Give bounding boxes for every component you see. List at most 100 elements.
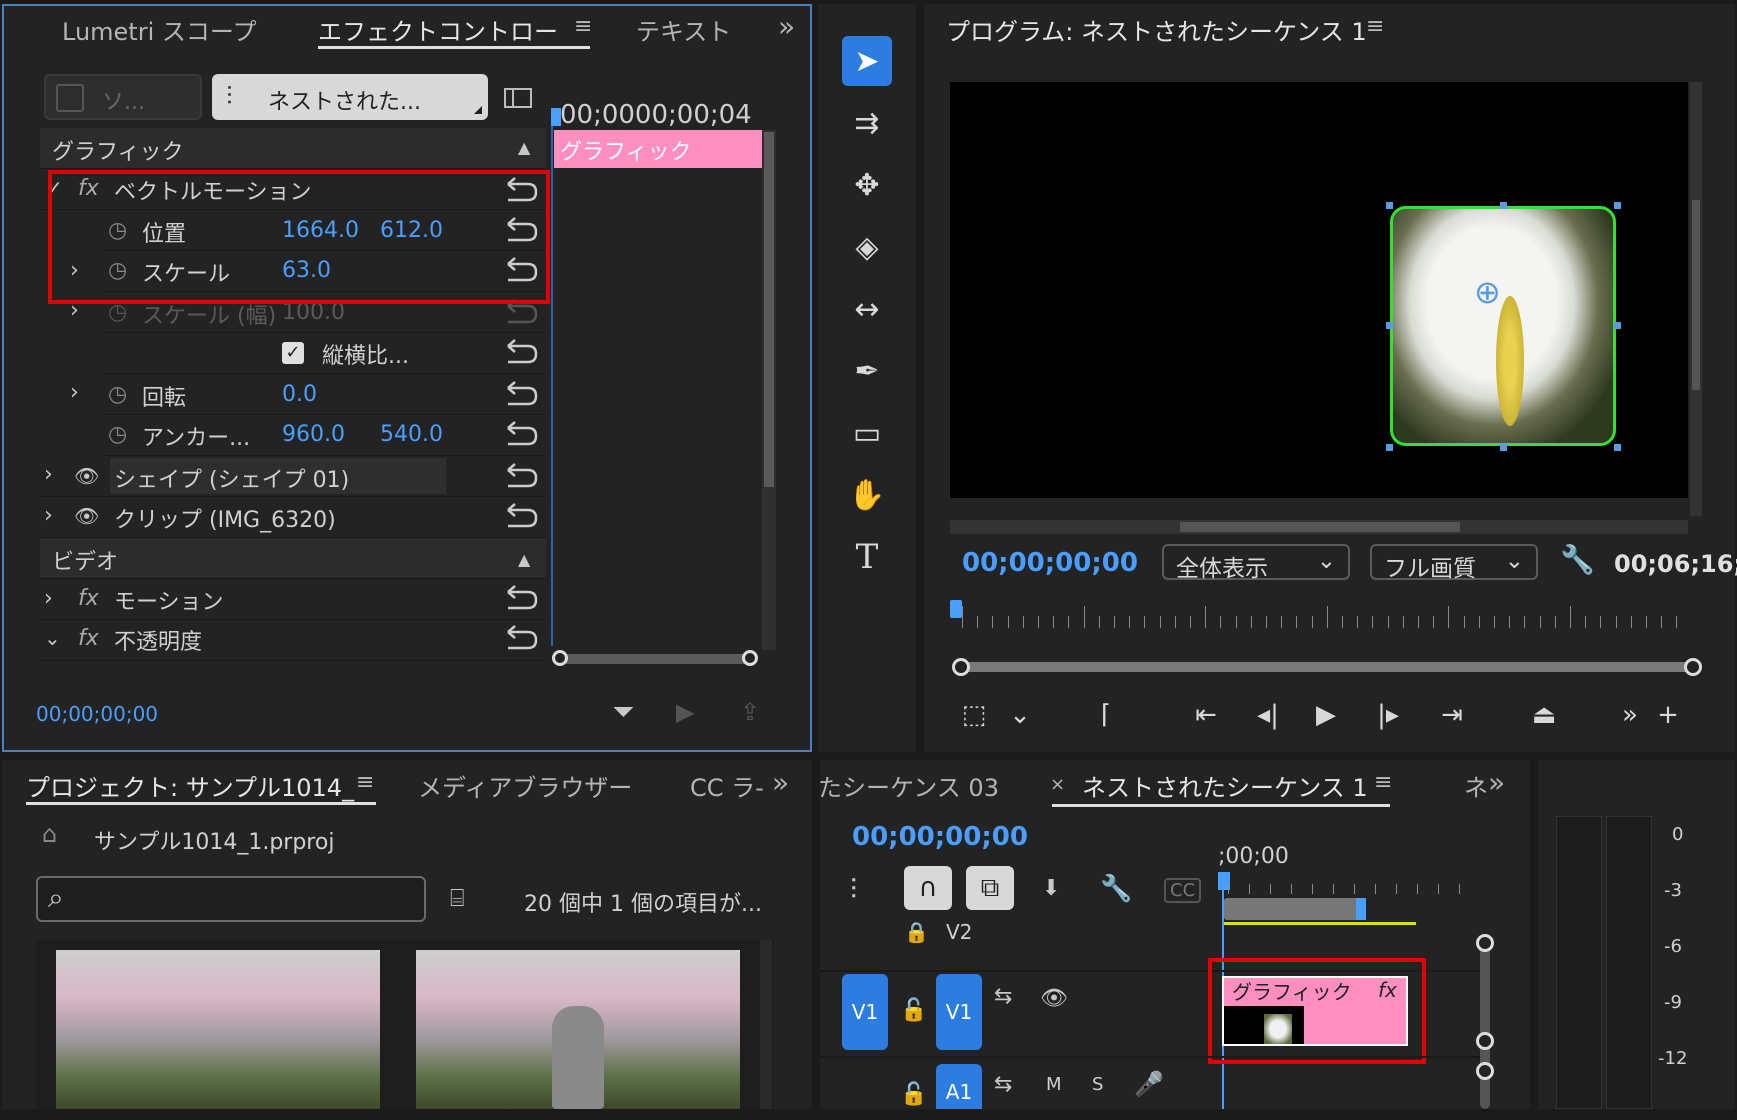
tab-sequence-03[interactable]: たシーケンス 03	[818, 768, 999, 803]
tab-text[interactable]: テキスト	[636, 12, 731, 47]
go-to-out-icon[interactable]: ⇥	[1432, 700, 1472, 730]
more-controls-icon[interactable]: »	[1610, 700, 1650, 730]
timeline-settings-icon[interactable]: 🔧	[1100, 876, 1132, 902]
transform-handle[interactable]	[1500, 444, 1507, 451]
zoom-handle-left[interactable]	[552, 650, 568, 666]
linked-selection-button[interactable]: ⧉	[966, 866, 1014, 910]
source-v1-patch[interactable]: V1	[842, 974, 888, 1050]
zoom-handle-top[interactable]	[1476, 934, 1494, 952]
snap-button[interactable]: ∩	[904, 866, 952, 910]
effect-timeline-scroll-thumb[interactable]	[764, 132, 774, 487]
tab-effect-controls[interactable]: エフェクトコントロー	[318, 12, 558, 47]
solo-button[interactable]: S	[1092, 1074, 1103, 1095]
collapse-section-icon[interactable]: ▲	[518, 140, 530, 156]
collapse-section-icon[interactable]: ▲	[518, 552, 530, 568]
panel-menu-icon[interactable]: ≡	[1374, 770, 1392, 795]
toggle-timeline-icon[interactable]	[504, 88, 532, 108]
panel-menu-icon[interactable]: ≡	[356, 770, 374, 795]
transform-handle[interactable]	[1614, 322, 1621, 329]
eye-icon[interactable]: 👁	[74, 506, 99, 526]
nest-icon[interactable]: ⫶	[850, 876, 857, 904]
filter-icon[interactable]: ⏷	[612, 698, 634, 726]
more-tabs-icon[interactable]: »	[772, 766, 789, 799]
play-icon[interactable]: ▶	[1306, 700, 1346, 730]
reset-icon[interactable]	[504, 462, 540, 490]
selection-tool-icon[interactable]: ➤	[842, 36, 892, 86]
stopwatch-icon[interactable]: ◷	[108, 384, 127, 406]
close-tab-icon[interactable]: ×	[1050, 774, 1065, 795]
more-tabs-icon[interactable]: »	[778, 10, 795, 43]
zoom-handle-right[interactable]	[1684, 658, 1702, 676]
track-a1-target[interactable]: A1	[936, 1064, 982, 1109]
microphone-icon[interactable]: 🎤	[1134, 1072, 1164, 1096]
transform-handle[interactable]	[1386, 444, 1393, 451]
uniform-scale-checkbox[interactable]: ✓	[282, 342, 304, 364]
effect-playhead[interactable]	[551, 108, 561, 126]
mute-button[interactable]: M	[1046, 1074, 1062, 1095]
hand-tool-icon[interactable]: ✋	[842, 470, 892, 520]
go-to-in-icon[interactable]: ⇤	[1186, 700, 1226, 730]
track-v1-target[interactable]: V1	[936, 974, 982, 1050]
stopwatch-icon[interactable]: ◷	[108, 424, 127, 446]
zoom-handle-right[interactable]	[742, 650, 758, 666]
lock-icon[interactable]: 🔓	[900, 1000, 927, 1022]
anchor-crosshair-icon[interactable]: ⊕	[1474, 276, 1501, 308]
transform-handle[interactable]	[1500, 202, 1507, 209]
add-marker-icon[interactable]: ⬇	[1042, 878, 1060, 900]
expand-chevron-icon[interactable]: ›	[44, 505, 53, 527]
folder-up-icon[interactable]: ⌂	[42, 822, 57, 846]
expand-chevron-icon[interactable]: ›	[70, 382, 79, 404]
expand-chevron-icon[interactable]: ›	[44, 588, 53, 610]
collapse-chevron-icon[interactable]: ⌄	[44, 628, 61, 648]
wrench-icon[interactable]: 🔧	[1560, 546, 1595, 574]
tab-media-browser[interactable]: メディアブラウザー	[418, 768, 632, 803]
transform-handle[interactable]	[1386, 322, 1393, 329]
step-forward-icon[interactable]: |▸	[1368, 700, 1408, 730]
zoom-level-select[interactable]: 全体表示 ⌄	[1162, 544, 1350, 582]
mark-in-icon[interactable]: ⌈	[1086, 700, 1126, 730]
add-button-icon[interactable]: +	[1648, 700, 1688, 730]
safe-margins-icon[interactable]: ⬚	[954, 700, 994, 730]
monitor-hscroll-thumb[interactable]	[1180, 522, 1460, 532]
rotation-value[interactable]: 0.0	[282, 382, 317, 407]
program-zoom-bar[interactable]	[962, 662, 1692, 672]
zoom-handle-left[interactable]	[952, 658, 970, 676]
effect-zoom-scrollbar[interactable]	[556, 654, 754, 664]
tab-lumetri-scopes[interactable]: Lumetri スコープ	[62, 12, 256, 47]
reset-icon[interactable]	[504, 584, 540, 612]
program-playhead[interactable]	[950, 600, 962, 618]
rectangle-tool-icon[interactable]: ▭	[842, 408, 892, 458]
program-time-ruler[interactable]	[954, 598, 1694, 630]
work-area-end-handle[interactable]	[1356, 898, 1366, 920]
panel-menu-icon[interactable]: ≡	[574, 14, 592, 39]
expand-chevron-icon[interactable]: ›	[44, 464, 53, 486]
eye-icon[interactable]: 👁	[1040, 988, 1068, 1010]
timeline-timecode[interactable]: 00;00;00;00	[852, 822, 1028, 852]
work-area-bar[interactable]	[1224, 898, 1362, 920]
sync-lock-icon[interactable]: ⇆	[994, 986, 1012, 1008]
timeline-vscrollbar[interactable]	[1480, 940, 1490, 1109]
reset-icon[interactable]	[504, 338, 540, 366]
search-input[interactable]	[36, 876, 426, 922]
more-tabs-icon[interactable]: »	[1488, 766, 1505, 799]
tab-nested-sequence-1[interactable]: ネストされたシーケンス 1	[1082, 768, 1368, 803]
reset-icon[interactable]	[504, 624, 540, 652]
captions-icon[interactable]: CC	[1164, 878, 1202, 903]
transform-handle[interactable]	[1614, 444, 1621, 451]
program-timecode[interactable]: 00;00;00;00	[962, 548, 1138, 578]
media-thumbnail[interactable]	[56, 950, 380, 1109]
reset-icon[interactable]	[504, 502, 540, 530]
anchor-y-value[interactable]: 540.0	[380, 422, 443, 447]
reset-icon[interactable]	[504, 380, 540, 408]
razor-tool-icon[interactable]: ◈	[842, 222, 892, 272]
zoom-handle-mid[interactable]	[1476, 1032, 1494, 1050]
tab-project[interactable]: プロジェクト: サンプル1014_	[26, 768, 354, 803]
zoom-handle-bottom[interactable]	[1476, 1062, 1494, 1080]
anchor-x-value[interactable]: 960.0	[282, 422, 345, 447]
resolution-select[interactable]: フル画質 ⌄	[1370, 544, 1538, 582]
step-back-icon[interactable]: ◂|	[1248, 700, 1288, 730]
lock-icon[interactable]: 🔓	[900, 1084, 927, 1106]
track-select-tool-icon[interactable]: ⇉	[842, 98, 892, 148]
eye-icon[interactable]: 👁	[74, 466, 99, 486]
type-tool-icon[interactable]: T	[842, 532, 892, 582]
